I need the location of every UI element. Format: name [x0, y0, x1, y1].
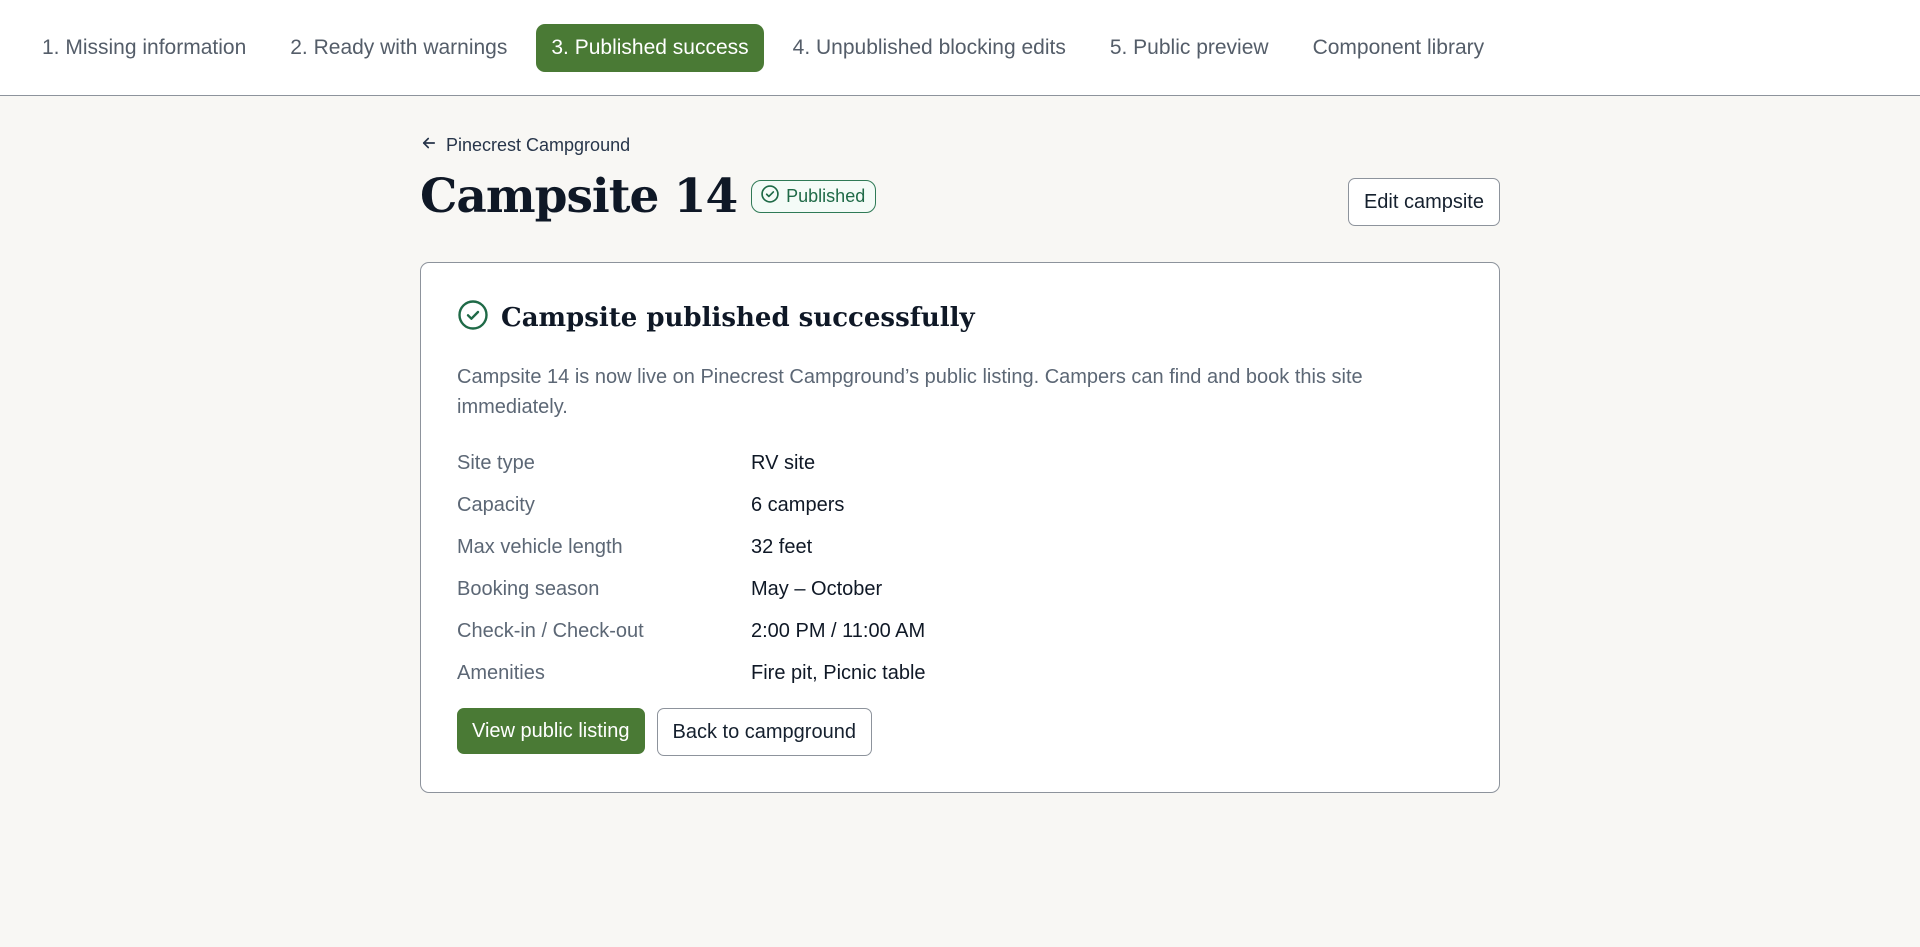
card-actions: View public listing Back to campground: [457, 708, 1463, 756]
detail-label: Max vehicle length: [457, 535, 623, 558]
detail-row-check-in-out: Check-in / Check-out 2:00 PM / 11:00 AM: [457, 610, 1463, 652]
main-content: Pinecrest Campground Campsite 14 Publish…: [420, 132, 1500, 793]
tab-public-preview[interactable]: 5. Public preview: [1095, 24, 1284, 72]
arrow-left-icon: [420, 134, 438, 157]
tab-published-success[interactable]: 3. Published success: [536, 23, 764, 72]
detail-row-booking-season: Booking season May – October: [457, 568, 1463, 610]
back-to-campground-button[interactable]: Back to campground: [656, 708, 872, 756]
detail-label: Booking season: [457, 577, 600, 600]
page-header: Campsite 14 Published Edit campsite: [420, 166, 1500, 226]
check-circle-icon: [457, 299, 489, 336]
tab-component-library[interactable]: Component library: [1298, 24, 1500, 72]
view-public-listing-button[interactable]: View public listing: [457, 708, 645, 754]
status-badge-label: Published: [786, 185, 866, 206]
detail-value: 6 campers: [751, 493, 845, 516]
status-badge: Published: [751, 179, 877, 213]
page-title: Campsite 14: [420, 168, 738, 224]
detail-label: Check-in / Check-out: [457, 619, 644, 642]
tab-ready-with-warnings[interactable]: 2. Ready with warnings: [275, 24, 522, 72]
top-nav: 1. Missing information 2. Ready with war…: [0, 0, 1920, 96]
details-list: Site type RV site Capacity 6 campers Max…: [457, 442, 1463, 694]
detail-label: Capacity: [457, 493, 535, 516]
detail-value: May – October: [751, 577, 883, 600]
edit-campsite-button[interactable]: Edit campsite: [1347, 178, 1500, 226]
card-header: Campsite published successfully: [457, 299, 1463, 336]
detail-value: 32 feet: [751, 535, 813, 558]
detail-row-max-vehicle-length: Max vehicle length 32 feet: [457, 526, 1463, 568]
breadcrumb-label: Pinecrest Campground: [446, 134, 631, 155]
card-title: Campsite published successfully: [501, 302, 975, 333]
card-description: Campsite 14 is now live on Pinecrest Cam…: [457, 366, 1363, 418]
detail-label: Site type: [457, 451, 535, 474]
check-circle-icon: [760, 184, 780, 209]
tab-missing-information[interactable]: 1. Missing information: [27, 24, 261, 72]
detail-value: 2:00 PM / 11:00 AM: [751, 619, 926, 642]
detail-value: RV site: [751, 451, 816, 474]
detail-value: Fire pit, Picnic table: [751, 661, 926, 684]
detail-row-site-type: Site type RV site: [457, 442, 1463, 484]
tab-unpublished-blocking-edits[interactable]: 4. Unpublished blocking edits: [778, 24, 1081, 72]
success-card: Campsite published successfully Campsite…: [420, 262, 1500, 793]
breadcrumb[interactable]: Pinecrest Campground: [420, 132, 1500, 158]
detail-row-capacity: Capacity 6 campers: [457, 484, 1463, 526]
detail-row-amenities: Amenities Fire pit, Picnic table: [457, 652, 1463, 694]
detail-label: Amenities: [457, 661, 545, 684]
